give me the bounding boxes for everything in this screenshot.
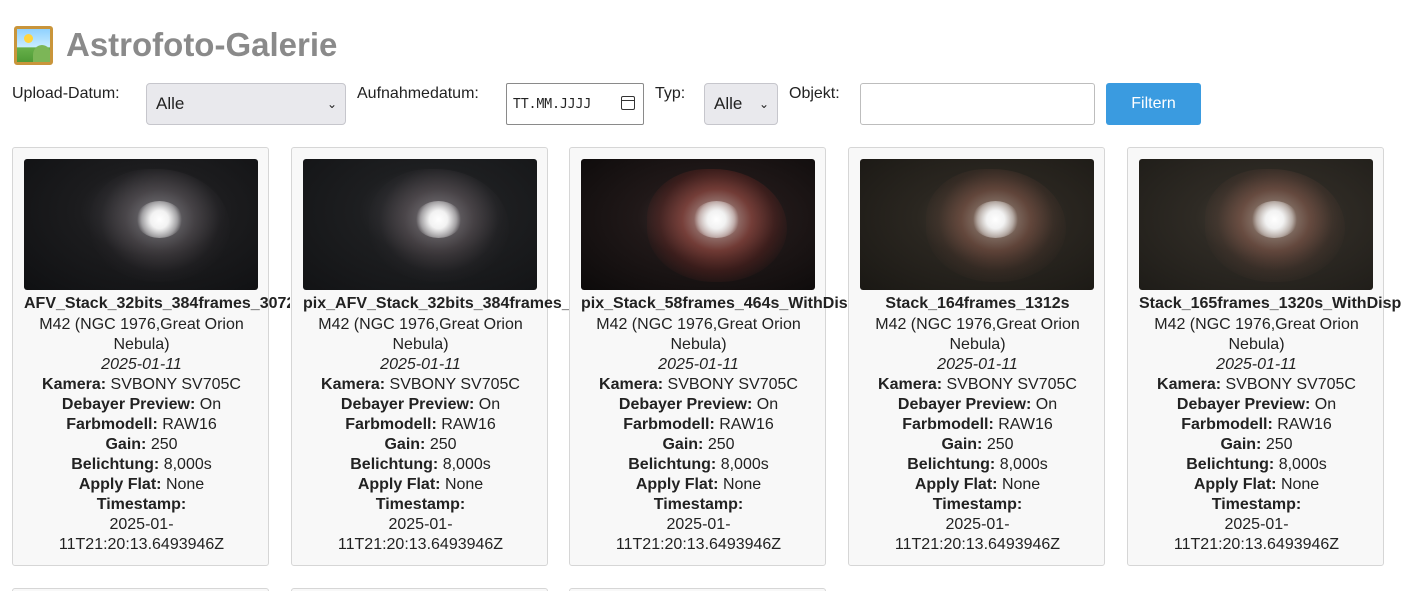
photo-object: M42 (NGC 1976,Great Orion Nebula) (875, 316, 1080, 353)
photo-gain: 250 (707, 436, 735, 453)
photo-gain: 250 (986, 436, 1014, 453)
photo-color-model: RAW16 (441, 416, 496, 433)
type-value: Alle (714, 94, 743, 113)
photo-debayer: On (1314, 396, 1337, 413)
photo-info: M42 (NGC 1976,Great Orion Nebula) 2025-0… (570, 315, 827, 555)
upload-date-value: Alle (156, 94, 185, 113)
photo-filename: Stack_165frames_1320s_WithDisplayStretch (1139, 295, 1402, 312)
photo-info: M42 (NGC 1976,Great Orion Nebula) 2025-0… (1128, 315, 1385, 555)
photo-timestamp-b: 11T21:20:13.6493946Z (894, 536, 1061, 553)
photo-exposure: 8,000s (1278, 456, 1327, 473)
photo-exposure: 8,000s (442, 456, 491, 473)
photo-timestamp-a: 2025-01- (388, 516, 453, 533)
photo-info: M42 (NGC 1976,Great Orion Nebula) 2025-0… (292, 315, 549, 555)
object-input[interactable] (860, 83, 1095, 125)
photo-filename: AFV_Stack_32bits_384frames_3072s (24, 295, 290, 312)
photo-color-model: RAW16 (162, 416, 217, 433)
photo-debayer: On (1035, 396, 1058, 413)
object-label: Objekt: (789, 85, 840, 102)
photo-object: M42 (NGC 1976,Great Orion Nebula) (318, 316, 523, 353)
photo-card[interactable]: AFV_Stack_32bits_384frames_3072s M42 (NG… (12, 147, 290, 566)
framed-picture-icon (14, 25, 53, 65)
photo-color-model: RAW16 (998, 416, 1053, 433)
photo-date: 2025-01-11 (937, 356, 1018, 373)
photo-timestamp-b: 11T21:20:13.6493946Z (337, 536, 504, 553)
photo-thumbnail[interactable] (1139, 159, 1373, 290)
photo-color-model: RAW16 (719, 416, 774, 433)
page-header: Astrofoto-Galerie (14, 25, 337, 65)
photo-debayer: On (478, 396, 501, 413)
photo-apply-flat: None (722, 476, 762, 493)
photo-filename: pix_Stack_58frames_464s_WithDisplayStret… (581, 295, 847, 312)
chevron-down-icon: ⌄ (326, 97, 337, 111)
type-select[interactable]: Alle ⌄ (704, 83, 778, 125)
photo-timestamp-a: 2025-01- (109, 516, 174, 533)
photo-debayer: On (756, 396, 779, 413)
photo-info: M42 (NGC 1976,Great Orion Nebula) 2025-0… (849, 315, 1106, 555)
photo-card[interactable]: pix_Stack_58frames_464s_WithDisplayStret… (569, 147, 847, 566)
upload-date-label: Upload-Datum: (12, 85, 120, 102)
photo-timestamp-a: 2025-01- (945, 516, 1010, 533)
photo-object: M42 (NGC 1976,Great Orion Nebula) (1154, 316, 1359, 353)
photo-timestamp-a: 2025-01- (1224, 516, 1289, 533)
photo-thumbnail[interactable] (24, 159, 258, 290)
photo-timestamp-b: 11T21:20:13.6493946Z (1173, 536, 1340, 553)
gallery-page: Astrofoto-Galerie Upload-Datum: Alle ⌄ A… (0, 0, 1402, 591)
filter-button[interactable]: Filtern (1106, 83, 1201, 125)
photo-exposure: 8,000s (999, 456, 1048, 473)
photo-gain: 250 (1265, 436, 1293, 453)
capture-date-placeholder: TT.MM.JJJJ (513, 96, 592, 112)
photo-camera: SVBONY SV705C (667, 376, 798, 393)
photo-apply-flat: None (1280, 476, 1320, 493)
photo-object: M42 (NGC 1976,Great Orion Nebula) (39, 316, 244, 353)
photo-exposure: 8,000s (163, 456, 212, 473)
photo-card[interactable]: pix_AFV_Stack_32bits_384frames_3072s M42… (291, 147, 569, 566)
photo-date: 2025-01-11 (101, 356, 182, 373)
photo-debayer: On (199, 396, 222, 413)
photo-timestamp-b: 11T21:20:13.6493946Z (615, 536, 782, 553)
photo-timestamp-b: 11T21:20:13.6493946Z (58, 536, 225, 553)
photo-filename: pix_AFV_Stack_32bits_384frames_3072s (303, 295, 569, 312)
photo-info: M42 (NGC 1976,Great Orion Nebula) 2025-0… (13, 315, 270, 555)
photo-apply-flat: None (165, 476, 205, 493)
photo-gain: 250 (429, 436, 457, 453)
photo-card[interactable]: Stack_165frames_1320s_WithDisplayStretch… (1127, 147, 1402, 566)
photo-camera: SVBONY SV705C (946, 376, 1077, 393)
photo-card[interactable]: Stack_164frames_1312s M42 (NGC 1976,Grea… (848, 147, 1105, 566)
upload-date-select[interactable]: Alle ⌄ (146, 83, 346, 125)
chevron-down-icon: ⌄ (758, 97, 769, 111)
photo-thumbnail[interactable] (303, 159, 537, 290)
photo-date: 2025-01-11 (1216, 356, 1297, 373)
capture-date-input[interactable]: TT.MM.JJJJ (506, 83, 644, 125)
photo-thumbnail[interactable] (581, 159, 815, 290)
photo-camera: SVBONY SV705C (110, 376, 241, 393)
photo-apply-flat: None (1001, 476, 1041, 493)
photo-exposure: 8,000s (720, 456, 769, 473)
photo-filename: Stack_164frames_1312s (885, 295, 1070, 312)
photo-color-model: RAW16 (1277, 416, 1332, 433)
photo-thumbnail[interactable] (860, 159, 1094, 290)
page-title: Astrofoto-Galerie (66, 26, 338, 63)
photo-camera: SVBONY SV705C (1225, 376, 1356, 393)
photo-gain: 250 (150, 436, 178, 453)
capture-date-label: Aufnahmedatum: (357, 85, 479, 102)
photo-apply-flat: None (444, 476, 484, 493)
photo-date: 2025-01-11 (380, 356, 461, 373)
photo-timestamp-a: 2025-01- (666, 516, 731, 533)
type-label: Typ: (655, 85, 686, 102)
photo-date: 2025-01-11 (658, 356, 739, 373)
photo-camera: SVBONY SV705C (389, 376, 520, 393)
photo-object: M42 (NGC 1976,Great Orion Nebula) (596, 316, 801, 353)
calendar-icon[interactable] (621, 96, 635, 110)
